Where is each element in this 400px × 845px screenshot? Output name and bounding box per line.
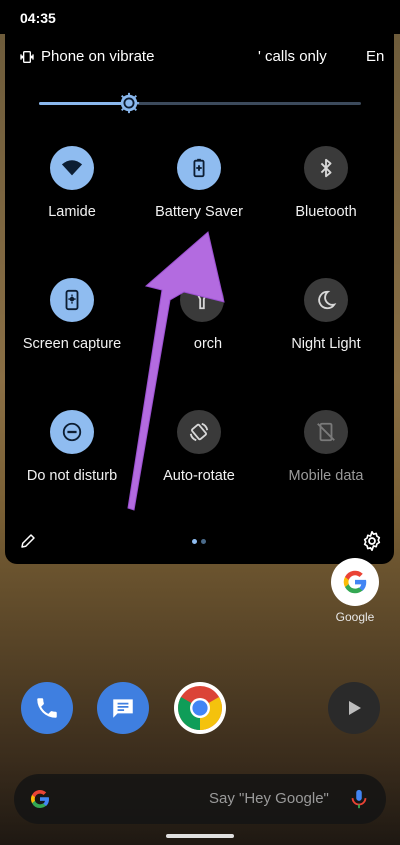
page-dot (192, 539, 197, 544)
brightness-thumb[interactable] (118, 92, 140, 114)
tile-bluetooth[interactable]: Bluetooth (261, 146, 391, 220)
tile-torch[interactable]: orch (137, 278, 267, 352)
tile-do-not-disturb[interactable]: Do not disturb (7, 410, 137, 484)
do-not-disturb-icon (62, 422, 82, 442)
tile-mobile-data-label: Mobile data (288, 468, 364, 484)
bluetooth-icon (320, 158, 332, 178)
tile-bluetooth-toggle[interactable] (304, 146, 348, 190)
tile-do-not-disturb-toggle[interactable] (50, 410, 94, 454)
flashlight-icon (197, 290, 207, 310)
quick-settings-panel: Phone on vibrate ' calls only En Lamide (5, 34, 394, 564)
tile-battery-saver[interactable]: Battery Saver (134, 146, 264, 220)
tile-auto-rotate-label: Auto-rotate (163, 468, 235, 484)
mobile-data-off-icon (317, 422, 335, 442)
tile-auto-rotate[interactable]: Auto-rotate (134, 410, 264, 484)
chrome-app[interactable] (174, 682, 226, 734)
page-dot (201, 539, 206, 544)
tile-do-not-disturb-label: Do not disturb (26, 468, 118, 484)
phone-icon (37, 698, 57, 718)
play-store-icon (349, 701, 361, 715)
tile-battery-saver-label: Battery Saver (155, 204, 243, 220)
vibrate-label: Phone on vibrate (41, 48, 155, 65)
tile-wifi[interactable]: Lamide (7, 146, 137, 220)
tile-night-light[interactable]: Night Light (261, 278, 391, 352)
tile-bluetooth-label: Bluetooth (295, 204, 357, 220)
chrome-icon (178, 686, 222, 730)
google-g-icon (31, 789, 50, 808)
gesture-nav-handle[interactable] (166, 834, 234, 838)
google-app-label: Google (335, 610, 375, 624)
google-search-bar[interactable]: Say "Hey Google" (14, 774, 386, 824)
tile-battery-saver-toggle[interactable] (177, 146, 221, 190)
tile-night-light-label: Night Light (291, 336, 361, 352)
messages-icon (113, 699, 133, 718)
tile-night-light-toggle[interactable] (304, 278, 348, 322)
microphone-icon[interactable] (348, 787, 370, 811)
messages-app[interactable] (97, 682, 149, 734)
tile-screen-capture-label: Screen capture (22, 336, 122, 352)
vibrate-status[interactable]: Phone on vibrate (19, 48, 154, 65)
calls-only-label[interactable]: ' calls only (258, 48, 327, 65)
tile-auto-rotate-toggle[interactable] (177, 410, 221, 454)
moon-icon (318, 290, 337, 310)
tile-torch-toggle[interactable] (180, 278, 224, 322)
truncated-status-label: En (366, 48, 385, 65)
battery-saver-icon (193, 158, 205, 178)
status-bar: 04:35 (0, 0, 400, 34)
tile-wifi-toggle[interactable] (50, 146, 94, 190)
brightness-fill (39, 102, 130, 105)
google-app-shortcut[interactable]: Google (330, 558, 380, 624)
vibrate-icon (20, 50, 34, 63)
tile-torch-label: orch (193, 336, 223, 352)
brightness-icon (119, 92, 140, 114)
auto-rotate-icon (189, 422, 209, 442)
home-dock (0, 682, 400, 738)
quick-settings-footer (5, 530, 394, 554)
wifi-icon (61, 160, 83, 176)
tile-screen-capture[interactable]: Screen capture (7, 278, 137, 352)
tile-mobile-data-toggle[interactable] (304, 410, 348, 454)
quick-settings-header: Phone on vibrate ' calls only En (5, 48, 394, 68)
phone-app[interactable] (21, 682, 73, 734)
settings-gear-icon[interactable] (361, 530, 383, 552)
tile-mobile-data[interactable]: Mobile data (261, 410, 391, 484)
tile-wifi-label: Lamide (48, 204, 96, 220)
screen-capture-icon (65, 289, 79, 311)
tile-screen-capture-toggle[interactable] (50, 278, 94, 322)
status-time: 04:35 (20, 10, 56, 26)
brightness-slider[interactable] (39, 92, 361, 114)
search-hint: Say "Hey Google" (209, 790, 329, 807)
edit-pencil-icon[interactable] (19, 532, 37, 550)
google-logo-icon (331, 558, 379, 606)
play-app[interactable] (328, 682, 380, 734)
page-indicator (192, 539, 206, 544)
